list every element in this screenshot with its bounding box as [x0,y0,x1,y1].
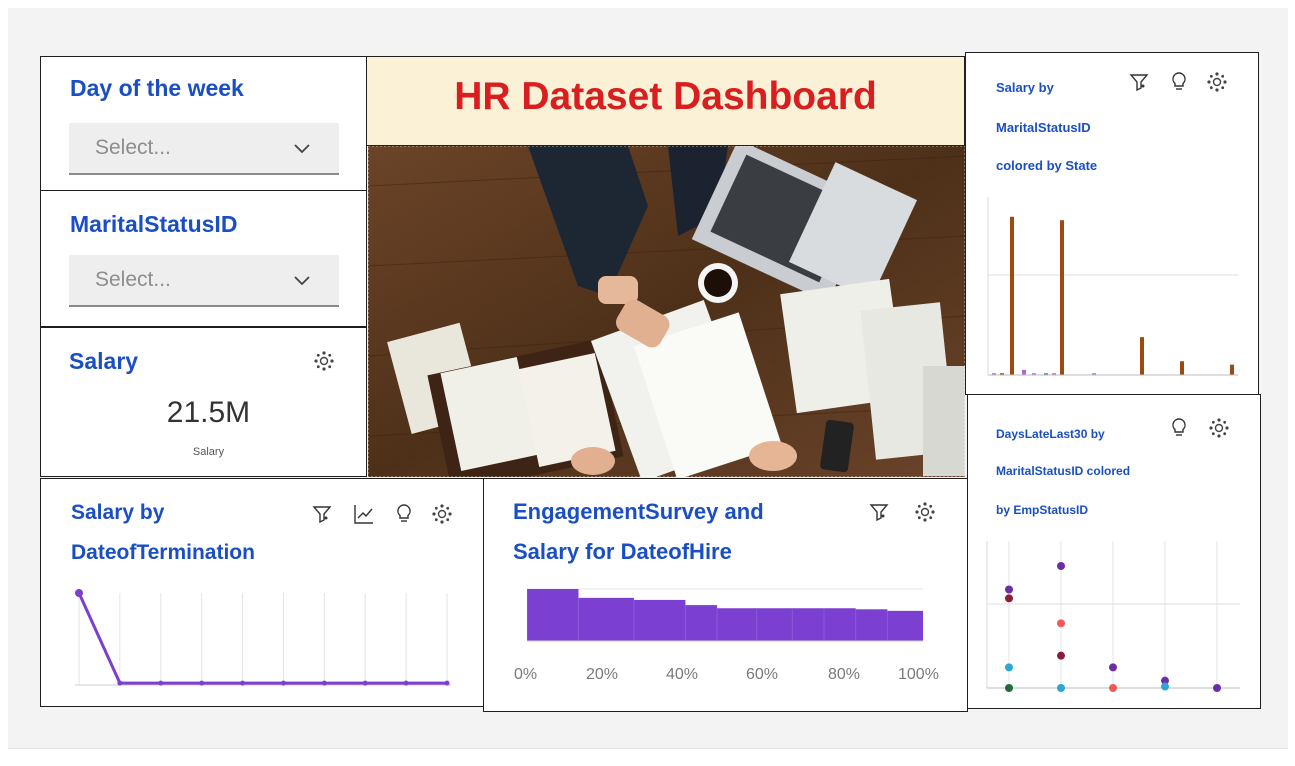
bar-segment [824,608,856,641]
widget-title-line2: DateofTermination [71,541,255,564]
bar-segment [685,605,718,641]
bar [1060,220,1064,375]
chevron-down-icon [294,276,310,286]
data-point [280,680,286,686]
widget-title-line2: MaritalStatusID [996,120,1091,135]
data-point [1005,663,1013,672]
data-point [1005,684,1013,692]
x-tick-label: 0% [514,666,538,683]
salary-by-marital-chart [987,197,1238,376]
kpi-title: Salary [69,348,139,374]
filter-icon[interactable] [1128,71,1150,93]
data-point [1213,684,1221,692]
engagement-salary-chart [527,588,923,642]
lightbulb-icon[interactable] [393,503,415,525]
series-line [77,592,447,685]
filter-icon[interactable] [868,501,890,523]
filter-label: MaritalStatusID [70,211,238,237]
dashboard-canvas: Day of the week Select... MaritalStatusI… [0,0,1295,766]
data-point [1005,585,1013,594]
x-tick-label: 20% [586,666,619,683]
widget-title-line1: EngagementSurvey and [513,499,764,524]
widget-title-line3: by EmpStatusID [996,503,1089,517]
data-point [1005,594,1013,603]
bar-segment [855,609,888,641]
dashboard-title: HR Dataset Dashboard [454,75,877,118]
widget-title-line2: MaritalStatusID colored [996,464,1131,478]
salary-by-marital-panel: Salary by MaritalStatusID colored by Sta… [965,52,1259,395]
data-point [1109,684,1117,692]
widget-title-line2: Salary for DateofHire [513,539,732,564]
filter-panel-marital-status: MaritalStatusID Select... [40,190,367,327]
days-late-chart [986,541,1240,692]
marital-status-select[interactable]: Select... [69,255,339,307]
settings-dots-icon[interactable] [313,350,335,372]
x-tick-label: 40% [666,666,699,683]
data-point [1057,561,1065,570]
bar [1022,369,1026,375]
bar [1140,337,1144,375]
chevron-down-icon [294,144,310,154]
data-point [240,680,246,686]
bar-segment [633,599,686,641]
settings-dots-icon[interactable] [1206,71,1228,93]
filter-label: Day of the week [70,75,244,101]
settings-dots-icon[interactable] [914,501,936,523]
salary-by-termination-panel: Salary by DateofTermination [40,478,484,707]
bar-segment [717,608,757,641]
bar-segment [792,608,824,641]
office-desk-illustration [368,146,965,477]
canvas-bottom-divider [8,748,1288,749]
dashboard-title-banner: HR Dataset Dashboard [366,56,965,146]
data-point [1109,663,1117,672]
data-point [117,680,123,686]
widget-title-line1: DaysLateLast30 by [996,427,1105,441]
data-point [1161,682,1169,691]
data-point [321,680,327,686]
day-of-week-select[interactable]: Select... [69,123,339,175]
kpi-caption: Salary [192,446,225,458]
bar-segment [756,608,793,641]
x-tick-label: 60% [746,666,779,683]
bar [1230,364,1234,375]
data-point [444,680,450,686]
filter-icon[interactable] [311,503,333,525]
settings-dots-icon[interactable] [431,503,453,525]
salary-by-termination-chart [75,589,451,686]
kpi-value: 21.5M [166,396,251,429]
lightbulb-icon[interactable] [1168,71,1190,93]
x-tick-label: 100% [898,666,939,683]
bar-segment [527,589,579,641]
bar-segment [887,610,923,641]
widget-title-line3: colored by State [996,158,1098,173]
x-tick-label: 80% [828,666,861,683]
widget-title-line1: Salary by [996,80,1054,95]
filter-panel-day-of-week: Day of the week Select... [40,56,367,191]
kpi-salary-panel: Salary 21.5M Salary [40,327,367,477]
data-point [75,589,83,597]
data-point [362,680,368,686]
data-point [403,680,409,686]
bar-segment [578,597,634,641]
widget-title-line1: Salary by [71,501,165,524]
data-point [158,680,164,686]
data-point [1057,651,1065,660]
data-point [199,680,205,686]
days-late-panel: DaysLateLast30 by MaritalStatusID colore… [967,394,1261,709]
engagement-salary-panel: EngagementSurvey and Salary for DateofHi… [483,478,968,712]
lightbulb-icon[interactable] [1168,417,1190,439]
bar [1010,216,1014,375]
trend-icon[interactable] [353,503,375,525]
settings-dots-icon[interactable] [1208,417,1230,439]
data-point [1057,619,1065,628]
bar [1180,361,1184,375]
select-placeholder: Select... [95,268,171,291]
data-point [1057,684,1065,692]
office-desk-photo [368,146,965,477]
select-placeholder: Select... [95,136,171,159]
